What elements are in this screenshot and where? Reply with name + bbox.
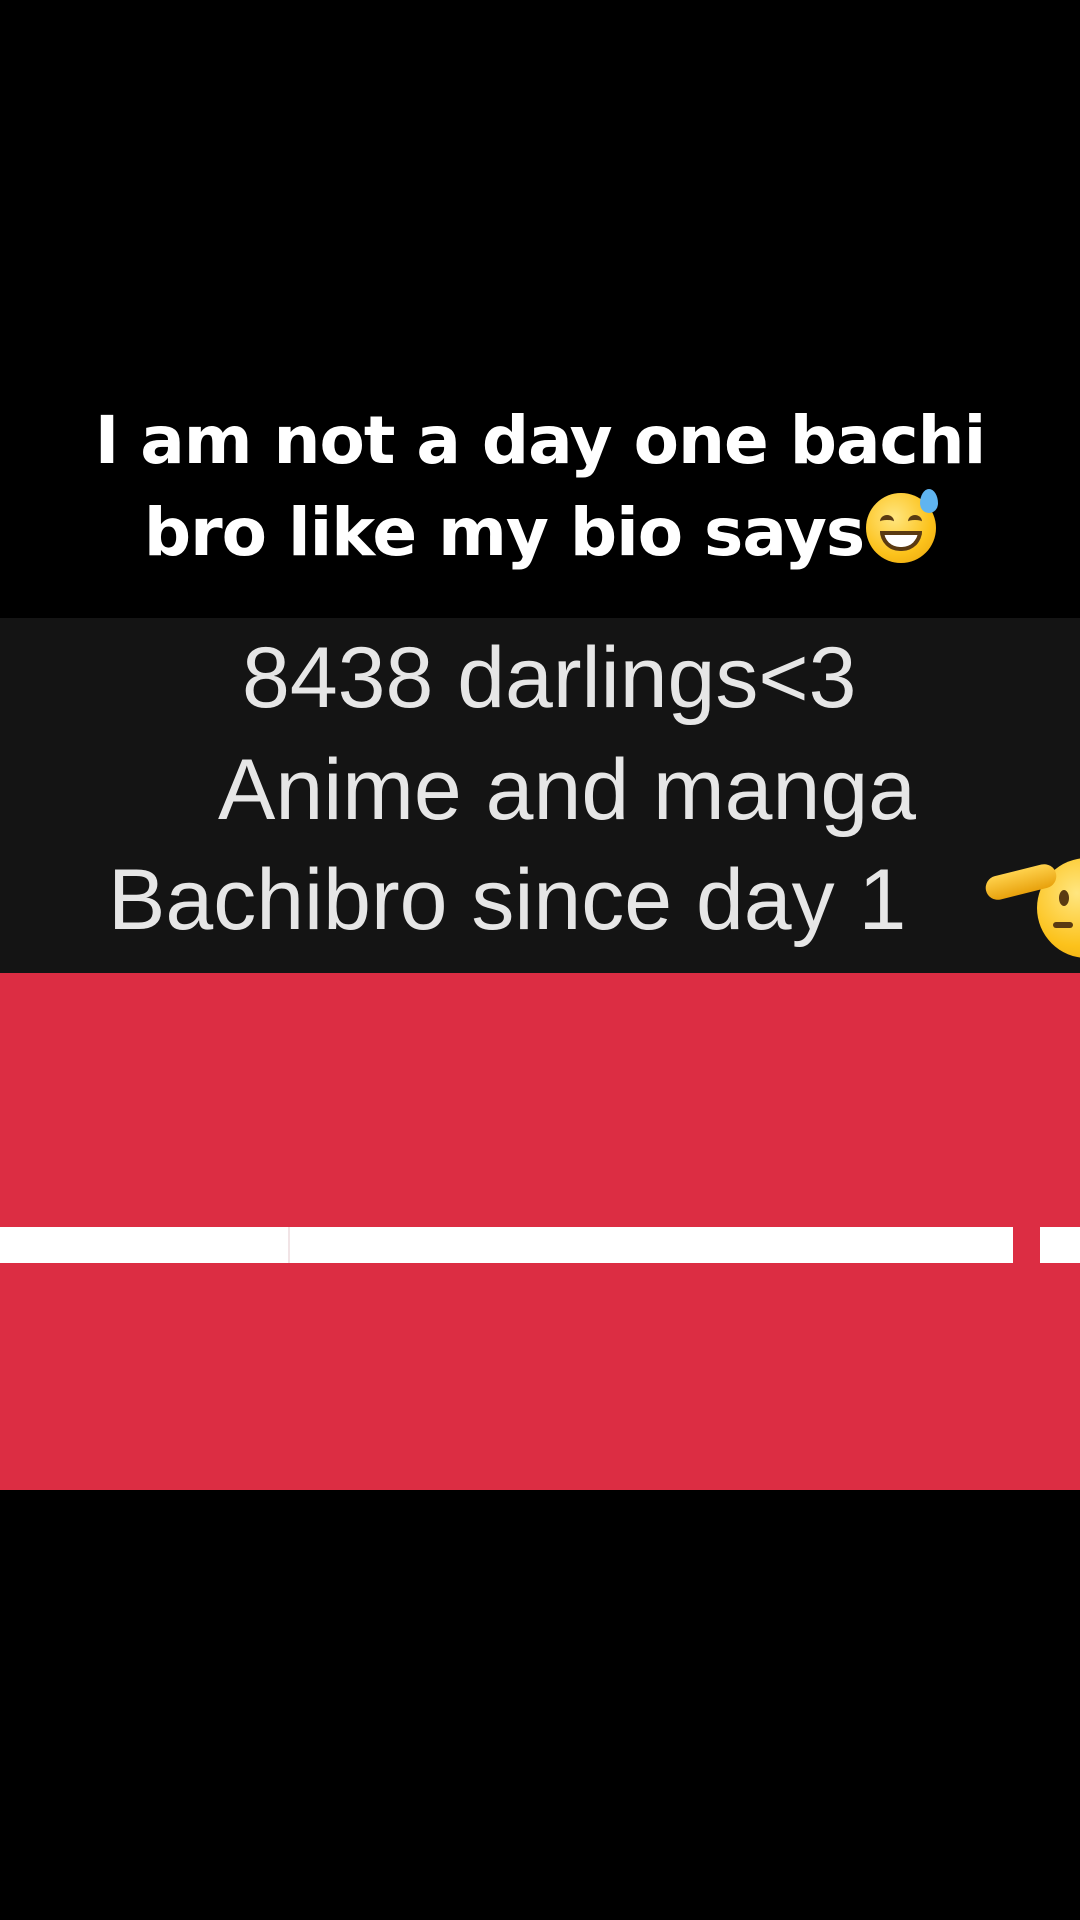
caption-line-1: I am not a day one bachi <box>94 402 987 479</box>
caption-text: I am not a day one bachi bro like my bio… <box>0 395 1080 579</box>
bio-line-followers: 8438 darlings<3 <box>242 630 857 726</box>
bio-line-interests: Anime and manga <box>218 742 916 838</box>
red-overlay-block <box>0 973 1080 1490</box>
bio-line-bachibro: Bachibro since day 1 <box>108 852 907 948</box>
bar-seam <box>288 1227 290 1263</box>
grinning-face-with-sweat-icon <box>866 489 939 563</box>
saluting-face-icon <box>983 840 1080 970</box>
white-bar-right <box>1040 1227 1080 1263</box>
bio-screenshot: 8438 darlings<3 Anime and manga Bachibro… <box>0 618 1080 973</box>
caption-line-2: bro like my bio says <box>143 494 865 571</box>
white-bar-left <box>0 1227 290 1263</box>
caption-line-2-wrap: bro like my bio says <box>0 487 1080 579</box>
white-bar-middle <box>290 1227 1013 1263</box>
